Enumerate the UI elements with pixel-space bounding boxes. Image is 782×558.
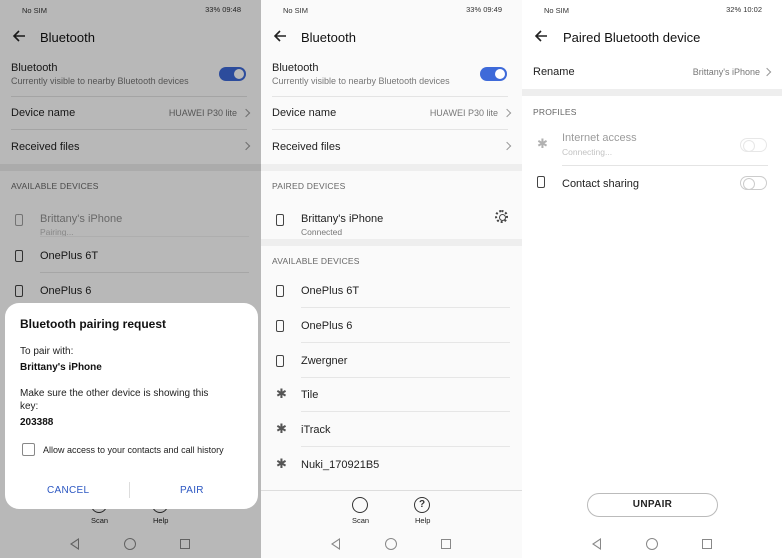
- help-label: Help: [415, 516, 431, 525]
- available-devices-header: AVAILABLE DEVICES: [272, 256, 360, 266]
- internet-access-toggle[interactable]: [740, 138, 767, 152]
- received-files-row[interactable]: Received files: [272, 141, 508, 153]
- list-item-device[interactable]: OnePlus 6: [272, 309, 522, 343]
- status-right: 32% 10:02: [726, 5, 762, 14]
- scan-label: Scan: [352, 516, 370, 525]
- cancel-button[interactable]: CANCEL: [47, 485, 89, 496]
- nav-recents-icon[interactable]: [441, 539, 451, 549]
- screenshot-composite: No SIM 33% 09:48 Bluetooth Bluetooth Cur…: [0, 0, 782, 558]
- divider: [301, 446, 510, 447]
- divider: [301, 411, 510, 412]
- device-name: OnePlus 6T: [301, 285, 360, 297]
- phone-icon: [276, 320, 284, 332]
- status-left: No SIM: [544, 6, 570, 15]
- bluetooth-icon: ✱: [276, 421, 287, 436]
- bluetooth-sub: Currently visible to nearby Bluetooth de…: [272, 76, 450, 86]
- paired-devices-header: PAIRED DEVICES: [272, 181, 346, 191]
- dialog-device: Brittany's iPhone: [20, 362, 102, 373]
- header: Bluetooth: [261, 22, 522, 52]
- header: Paired Bluetooth device: [522, 22, 782, 52]
- section-gap: [261, 239, 522, 246]
- panel-bluetooth-list: No SIM 33% 09:49 Bluetooth Bluetooth Cur…: [261, 0, 522, 558]
- contact-sharing-toggle[interactable]: [740, 176, 767, 190]
- device-name: Zwergner: [301, 355, 348, 367]
- device-name: Nuki_170921B5: [301, 459, 380, 471]
- phone-icon: [537, 176, 545, 188]
- unpair-button[interactable]: UNPAIR: [587, 493, 718, 517]
- bluetooth-icon: ✱: [276, 386, 287, 401]
- phone-icon: [276, 214, 284, 226]
- internet-access-label: Internet access: [562, 132, 637, 144]
- checkbox-label: Allow access to your contacts and call h…: [43, 445, 224, 455]
- dialog-line: key:: [20, 401, 39, 412]
- help-icon[interactable]: ?: [414, 497, 430, 513]
- divider: [272, 129, 508, 130]
- nav-home-icon[interactable]: [385, 538, 397, 550]
- device-name: iTrack: [301, 424, 331, 436]
- list-item-paired-device[interactable]: Brittany's iPhone Connected: [272, 203, 522, 237]
- device-name-value: HUAWEI P30 lite: [429, 108, 498, 118]
- nav-bar: [522, 530, 782, 558]
- page-title: Paired Bluetooth device: [563, 30, 701, 45]
- divider: [272, 96, 508, 97]
- dialog-line: To pair with:: [20, 346, 74, 357]
- list-item-device[interactable]: ✱ Tile: [272, 378, 522, 412]
- bluetooth-label: Bluetooth: [272, 62, 319, 74]
- rename-value: Brittany's iPhone: [692, 67, 760, 77]
- divider: [129, 482, 130, 498]
- bluetooth-toggle[interactable]: [480, 67, 507, 81]
- list-item-device[interactable]: OnePlus 6T: [272, 274, 522, 308]
- dialog-line: Make sure the other device is showing th…: [20, 388, 209, 399]
- divider: [301, 307, 510, 308]
- divider: [301, 342, 510, 343]
- device-status: Connected: [301, 227, 343, 237]
- received-files-label: Received files: [272, 141, 341, 153]
- pairing-key: 203388: [20, 417, 54, 428]
- pair-button[interactable]: PAIR: [180, 485, 204, 496]
- back-arrow-icon[interactable]: [272, 28, 288, 44]
- list-item-device[interactable]: ✱ iTrack: [272, 413, 522, 447]
- bluetooth-toggle-row[interactable]: Bluetooth Currently visible to nearby Bl…: [272, 62, 508, 86]
- bluetooth-icon: ✱: [276, 456, 287, 471]
- status-right: 33% 09:49: [466, 5, 502, 14]
- status-left: No SIM: [283, 6, 309, 15]
- back-arrow-icon[interactable]: [533, 28, 549, 44]
- section-gap: [522, 89, 782, 96]
- pairing-dialog: Bluetooth pairing request To pair with: …: [5, 303, 258, 509]
- dialog-title: Bluetooth pairing request: [20, 317, 167, 331]
- internet-access-status: Connecting...: [562, 147, 613, 157]
- nav-recents-icon[interactable]: [702, 539, 712, 549]
- panel-paired-device: No SIM 32% 10:02 Paired Bluetooth device…: [522, 0, 782, 558]
- page-title: Bluetooth: [301, 30, 356, 45]
- nav-back-icon[interactable]: [331, 538, 340, 550]
- contact-sharing-label: Contact sharing: [562, 178, 640, 190]
- phone-icon: [276, 285, 284, 297]
- nav-home-icon[interactable]: [646, 538, 658, 550]
- divider: [562, 165, 768, 166]
- device-name: Tile: [301, 389, 319, 401]
- status-bar: No SIM 32% 10:02: [522, 0, 782, 20]
- settings-gear-icon[interactable]: [495, 210, 508, 223]
- profiles-header: PROFILES: [533, 107, 577, 117]
- nav-bar: [261, 530, 522, 558]
- nav-back-icon[interactable]: [592, 538, 601, 550]
- list-item-device[interactable]: Zwergner: [272, 344, 522, 378]
- scan-icon[interactable]: [352, 497, 368, 513]
- list-item-device[interactable]: ✱ Nuki_170921B5: [272, 448, 522, 482]
- section-gap: [261, 164, 522, 171]
- contacts-access-checkbox[interactable]: [22, 443, 35, 456]
- device-name: OnePlus 6: [301, 320, 353, 332]
- status-bar: No SIM 33% 09:49: [261, 0, 522, 20]
- device-name: Brittany's iPhone: [301, 213, 384, 225]
- phone-icon: [276, 355, 284, 367]
- panel-pairing-request: No SIM 33% 09:48 Bluetooth Bluetooth Cur…: [0, 0, 261, 558]
- bluetooth-icon: ✱: [537, 136, 548, 151]
- divider: [261, 490, 522, 491]
